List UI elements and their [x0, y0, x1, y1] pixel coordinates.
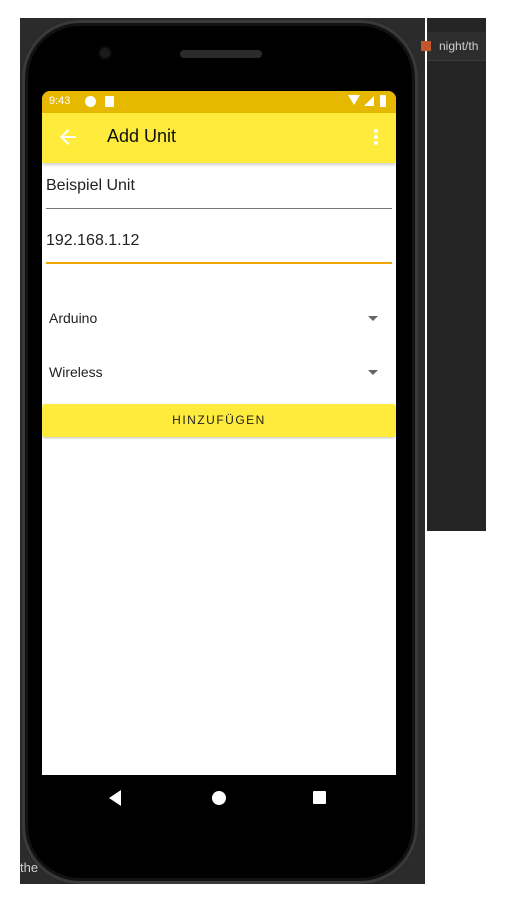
- connection-type-dropdown[interactable]: Wireless: [46, 355, 392, 389]
- ip-address-input[interactable]: 192.168.1.12: [46, 232, 392, 264]
- page-title: Add Unit: [107, 126, 177, 146]
- dropdown-arrow-icon: [368, 370, 378, 375]
- app-screen: 9:43 Add Unit Beispiel Unit 192.168.1.12: [42, 91, 396, 775]
- unit-name-underline: [46, 208, 392, 209]
- phone-frame: 9:43 Add Unit Beispiel Unit 192.168.1.12: [22, 20, 418, 884]
- speaker-grille: [180, 50, 262, 58]
- status-bar: 9:43: [42, 91, 396, 113]
- wifi-icon: [348, 95, 360, 105]
- sd-card-icon: [105, 96, 114, 107]
- camera-icon: [100, 48, 110, 58]
- unit-name-input[interactable]: Beispiel Unit: [46, 177, 392, 209]
- battery-icon: [380, 95, 386, 107]
- ip-address-underline: [46, 262, 392, 264]
- arrow-left-icon[interactable]: [56, 125, 80, 149]
- device-type-dropdown[interactable]: Arduino: [46, 301, 392, 335]
- unit-name-value: Beispiel Unit: [46, 177, 135, 194]
- signal-icon: [364, 96, 374, 106]
- status-time: 9:43: [49, 95, 71, 107]
- nav-recents-icon[interactable]: [313, 791, 326, 804]
- editor-tab[interactable]: night/th: [421, 32, 486, 61]
- add-button[interactable]: HINZUFÜGEN: [42, 404, 396, 437]
- notification-icon: [85, 96, 96, 107]
- more-vertical-icon[interactable]: [364, 125, 388, 149]
- editor-panel-background: [427, 18, 486, 531]
- ip-address-value: 192.168.1.12: [46, 232, 140, 249]
- file-icon: [421, 41, 431, 51]
- dropdown-arrow-icon: [368, 316, 378, 321]
- editor-tab-label: night/th: [439, 39, 479, 53]
- connection-type-value: Wireless: [49, 364, 103, 380]
- nav-home-icon[interactable]: [212, 791, 226, 805]
- device-type-value: Arduino: [49, 310, 98, 326]
- app-bar: Add Unit: [42, 113, 396, 163]
- system-nav-bar: [42, 775, 396, 823]
- nav-back-icon[interactable]: [109, 790, 121, 806]
